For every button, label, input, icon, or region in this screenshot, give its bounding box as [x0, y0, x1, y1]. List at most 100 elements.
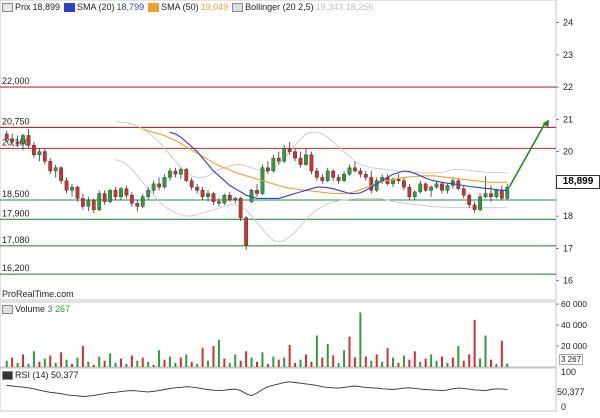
- rsi-last-tag: 50,377: [557, 387, 585, 397]
- candle-body: [195, 186, 200, 191]
- candle-body: [363, 173, 368, 178]
- volume-bar: [49, 355, 52, 367]
- candle-body: [483, 193, 488, 197]
- level-label-1: 20,750: [2, 116, 30, 126]
- volume-bar: [500, 340, 503, 367]
- candle-body: [37, 151, 42, 156]
- candle-body: [478, 196, 482, 210]
- candle-body: [86, 199, 91, 207]
- volume-bar: [277, 359, 280, 367]
- candle-body: [255, 190, 259, 194]
- volume-bar: [479, 358, 482, 367]
- candle-body: [412, 191, 417, 197]
- volume-bar: [168, 356, 171, 367]
- volume-bar: [440, 356, 443, 367]
- candle-body: [494, 190, 499, 197]
- candle-body: [265, 167, 270, 172]
- candle-body: [53, 167, 58, 172]
- price-tick-label: 17: [563, 243, 573, 253]
- volume-bar: [272, 356, 275, 367]
- candle-body: [342, 173, 346, 181]
- candle-body: [418, 183, 423, 193]
- candle-body: [325, 170, 330, 181]
- prix-swatch: [2, 2, 13, 12]
- candle-body: [440, 183, 444, 191]
- volume-bar: [468, 354, 471, 367]
- volume-bar: [424, 358, 427, 367]
- candle-body: [331, 170, 336, 178]
- candle-body: [472, 204, 477, 210]
- candle-body: [396, 178, 401, 181]
- candle-body: [222, 194, 227, 204]
- candle-body: [42, 151, 47, 162]
- prix-label: Prix: [15, 2, 31, 12]
- candle-body: [206, 193, 210, 197]
- candle-body: [4, 133, 9, 139]
- candle-body: [461, 188, 466, 196]
- volume-bar: [185, 354, 188, 367]
- candle-body: [238, 198, 243, 218]
- volume-bar: [413, 351, 416, 367]
- candle-body: [21, 135, 25, 144]
- volume-bar: [234, 354, 237, 367]
- volume-bar: [60, 352, 63, 367]
- volume-bar: [136, 360, 139, 367]
- volume-tick-label: 40 000: [561, 320, 587, 330]
- rsi-swatch: [2, 370, 13, 380]
- candle-body: [64, 180, 69, 191]
- volume-bar: [92, 364, 95, 367]
- candle-body: [189, 180, 194, 188]
- volume-bar: [32, 351, 35, 367]
- last-price-tag: 18,899: [556, 175, 600, 189]
- volume-bar: [11, 357, 14, 367]
- volume-bar: [419, 361, 422, 367]
- candle-body: [314, 170, 319, 178]
- volume-tick-label: 60 000: [561, 299, 587, 309]
- volume-bar: [430, 354, 433, 367]
- level-label-6: 16,200: [2, 263, 30, 273]
- candle-body: [353, 167, 357, 172]
- trading-chart: 22,00020,75020,10018,50017,90017,08016,2…: [0, 0, 600, 413]
- volume-bar: [76, 357, 79, 367]
- candle-body: [298, 157, 303, 165]
- candle-body: [374, 180, 379, 191]
- volume-bar: [147, 361, 150, 367]
- candle-body: [407, 186, 412, 197]
- volume-bar: [315, 335, 318, 367]
- candle-body: [162, 177, 167, 188]
- candle-body: [15, 141, 20, 144]
- volume-bar: [27, 363, 30, 367]
- candle-body: [151, 183, 156, 191]
- volume-bar: [462, 360, 465, 367]
- volume-bar: [261, 352, 264, 367]
- volume-bar: [473, 319, 476, 367]
- volume-bar: [223, 358, 226, 367]
- volume-bar: [81, 346, 84, 367]
- level-label-0: 22,000: [2, 76, 30, 86]
- price-tick-label: 21: [563, 114, 573, 124]
- volume-bar: [119, 358, 122, 367]
- candle-body: [358, 170, 363, 175]
- volume-bar: [212, 346, 215, 367]
- volume-bar: [250, 357, 253, 367]
- volume-bar: [98, 356, 101, 367]
- candle-body: [434, 183, 439, 188]
- volume-legend: Volume 3 267: [2, 304, 70, 314]
- rsi-tick-label: 0: [561, 402, 566, 412]
- candle-body: [108, 190, 112, 202]
- volume-bar: [239, 360, 242, 367]
- candle-body: [184, 169, 189, 181]
- volume-bar: [446, 362, 449, 367]
- level-label-4: 17,900: [2, 208, 30, 218]
- volume-bar: [304, 354, 307, 367]
- candle-body: [124, 188, 129, 196]
- candle-body: [102, 193, 107, 202]
- bollinger-swatch: [232, 2, 244, 12]
- rsi-value: 50,377: [51, 370, 79, 380]
- candle-body: [200, 190, 205, 197]
- volume-label: Volume: [15, 304, 46, 314]
- volume-bar: [495, 363, 498, 367]
- volume-bar: [457, 346, 460, 367]
- candle-body: [157, 183, 161, 188]
- volume-bar: [337, 362, 340, 367]
